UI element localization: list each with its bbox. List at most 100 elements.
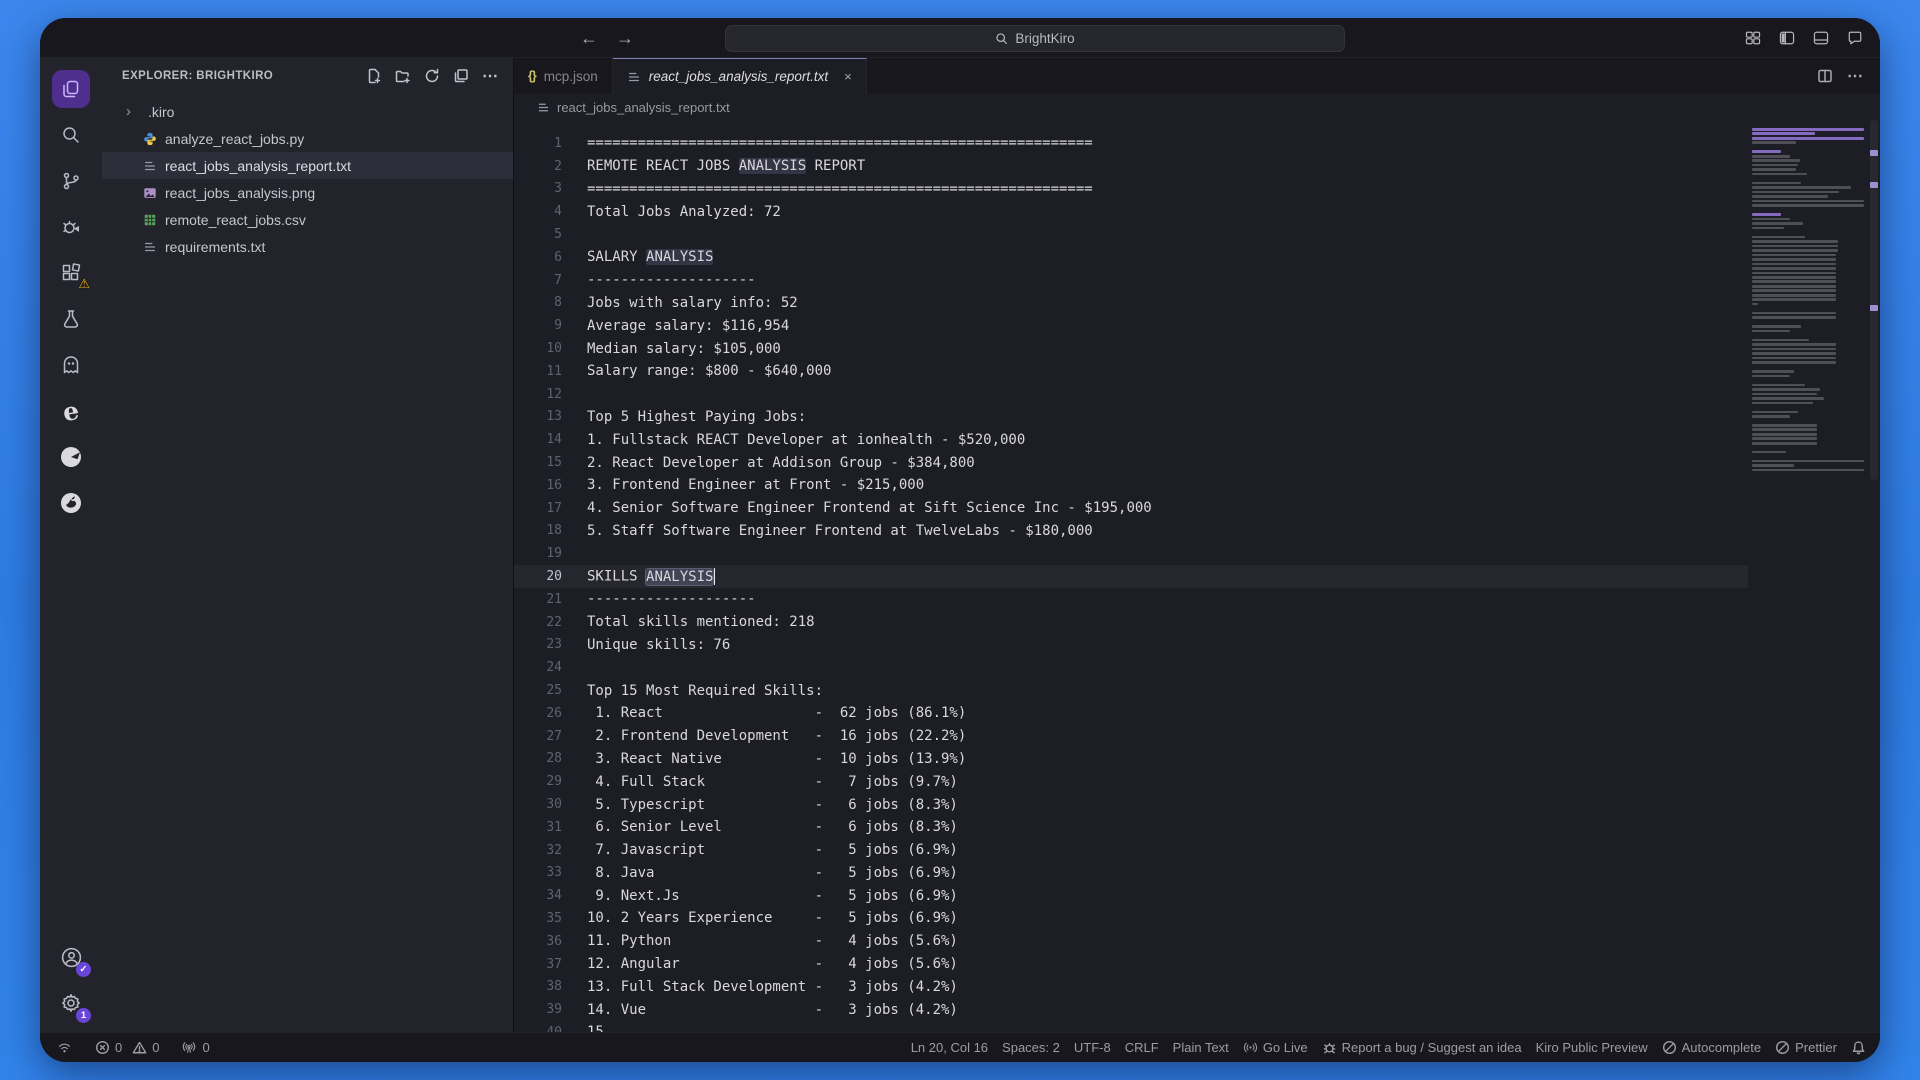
split-editor-icon[interactable] [1817,68,1833,84]
more-actions-icon[interactable]: ⋯ [482,66,499,86]
wifi-icon [56,1039,73,1056]
activity-source-control[interactable] [49,158,93,204]
minimap[interactable] [1748,120,1868,1032]
problems-indicator[interactable]: 0 0 [88,1033,166,1062]
explorer-files-icon [60,78,82,100]
editor-line-39: 3914. Vue - 3 jobs (4.2%) [514,998,1880,1021]
cursor-position[interactable]: Ln 20, Col 16 [904,1033,995,1062]
nav-forward-icon[interactable]: → [616,28,634,49]
prettier-toggle[interactable]: Prettier [1768,1033,1844,1062]
refresh-icon[interactable] [424,68,440,84]
editor-group: {} mcp.json react_jobs_analysis_report.t… [514,58,1880,1032]
activity-run-debug[interactable] [49,204,93,250]
activity-explorer[interactable] [49,66,93,112]
editor-line-37: 3712. Angular - 4 jobs (5.6%) [514,953,1880,976]
editor-line-30: 30 5. Typescript - 6 jobs (8.3%) [514,793,1880,816]
toggle-sidebar-icon[interactable] [1778,29,1796,47]
settings-badge: 1 [76,1008,91,1023]
scrollbar[interactable] [1868,120,1880,1032]
breadcrumb[interactable]: react_jobs_analysis_report.txt [514,94,1880,120]
kiro-preview-label[interactable]: Kiro Public Preview [1529,1033,1655,1062]
line-number: 30 [514,797,562,812]
activity-testing[interactable] [49,296,93,342]
editor-line-7: 7-------------------- [514,269,1880,292]
command-center-search[interactable]: BrightKiro [725,25,1345,52]
text-file-icon [627,70,641,84]
line-number: 18 [514,523,562,538]
notifications-bell[interactable] [1844,1033,1866,1062]
bug-icon [1322,1040,1337,1055]
file-item-analyze_react_jobs.py[interactable]: analyze_react_jobs.py [102,125,513,152]
line-number: 21 [514,592,562,607]
line-number: 19 [514,546,562,561]
editor-line-16: 163. Frontend Engineer at Front - $215,0… [514,474,1880,497]
activity-settings[interactable]: 1 [49,980,93,1026]
activity-extensions[interactable]: ⚠ [49,250,93,296]
editor-more-actions-icon[interactable]: ⋯ [1847,66,1864,86]
toggle-panel-icon[interactable] [1812,29,1830,47]
file-item-react_jobs_analysis.png[interactable]: react_jobs_analysis.png [102,179,513,206]
line-number: 38 [514,979,562,994]
new-folder-icon[interactable] [395,68,411,84]
indentation[interactable]: Spaces: 2 [995,1033,1067,1062]
text-editor[interactable]: 1=======================================… [514,120,1880,1032]
customize-layout-icon[interactable] [1744,29,1762,47]
git-branch-icon [60,170,82,192]
chat-icon[interactable] [1846,29,1864,47]
line-number: 11 [514,364,562,379]
collapse-folders-icon[interactable] [453,68,469,84]
report-bug-button[interactable]: Report a bug / Suggest an idea [1315,1033,1529,1062]
file-item-react_jobs_analysis_report.txt[interactable]: react_jobs_analysis_report.txt [102,152,513,179]
activity-accounts[interactable]: ✓ [49,934,93,980]
line-number: 14 [514,432,562,447]
disabled-circle-icon [1775,1040,1790,1055]
encoding[interactable]: UTF-8 [1067,1033,1118,1062]
warning-icon [132,1040,147,1055]
activity-extension-pie[interactable] [49,434,93,480]
title-bar: ← → BrightKiro [40,18,1880,58]
nav-back-icon[interactable]: ← [580,28,598,49]
activity-extension-rabbit[interactable] [49,480,93,526]
activity-extension-e[interactable]: e [49,388,93,434]
go-live-button[interactable]: Go Live [1236,1033,1315,1062]
ghost-icon [60,354,82,376]
explorer-sidebar: EXPLORER: BRIGHTKIRO ⋯ ›.kiroanalyze_rea… [102,58,514,1032]
tab-report-txt[interactable]: react_jobs_analysis_report.txt × [613,58,867,94]
extensions-warning-badge: ⚠ [78,276,90,292]
line-number: 3 [514,181,562,196]
explorer-title: EXPLORER: BRIGHTKIRO [122,70,273,82]
line-number: 28 [514,751,562,766]
file-item-.kiro[interactable]: ›.kiro [102,98,513,125]
new-file-icon[interactable] [366,68,382,84]
file-item-requirements.txt[interactable]: requirements.txt [102,233,513,260]
editor-line-10: 10Median salary: $105,000 [514,337,1880,360]
line-number: 24 [514,660,562,675]
text-file-icon [537,101,550,114]
tab-close-icon[interactable]: × [844,69,852,84]
autocomplete-toggle[interactable]: Autocomplete [1655,1033,1769,1062]
editor-line-34: 34 9. Next.Js - 5 jobs (6.9%) [514,884,1880,907]
disabled-circle-icon [1662,1040,1677,1055]
line-number: 27 [514,729,562,744]
editor-line-21: 21-------------------- [514,588,1880,611]
ports-indicator[interactable]: 0 [174,1033,216,1062]
editor-line-1: 1=======================================… [514,132,1880,155]
language-mode[interactable]: Plain Text [1166,1033,1236,1062]
editor-line-20: 20SKILLS ANALYSIS [514,565,1880,588]
editor-lines: 1=======================================… [514,120,1740,1032]
line-number: 8 [514,295,562,310]
tab-mcp-json[interactable]: {} mcp.json [514,58,613,94]
file-item-remote_react_jobs.csv[interactable]: remote_react_jobs.csv [102,206,513,233]
line-number: 1 [514,136,562,151]
remote-indicator[interactable] [56,1033,80,1062]
line-number: 20 [514,569,562,584]
workspace-title: BrightKiro [1015,31,1074,46]
search-icon [995,32,1008,45]
editor-line-13: 13Top 5 Highest Paying Jobs: [514,406,1880,429]
activity-ghost[interactable] [49,342,93,388]
activity-search[interactable] [49,112,93,158]
scrollbar-thumb[interactable] [1870,120,1878,480]
flask-icon [60,308,82,330]
eol-sequence[interactable]: CRLF [1118,1033,1166,1062]
editor-line-18: 185. Staff Software Engineer Frontend at… [514,520,1880,543]
